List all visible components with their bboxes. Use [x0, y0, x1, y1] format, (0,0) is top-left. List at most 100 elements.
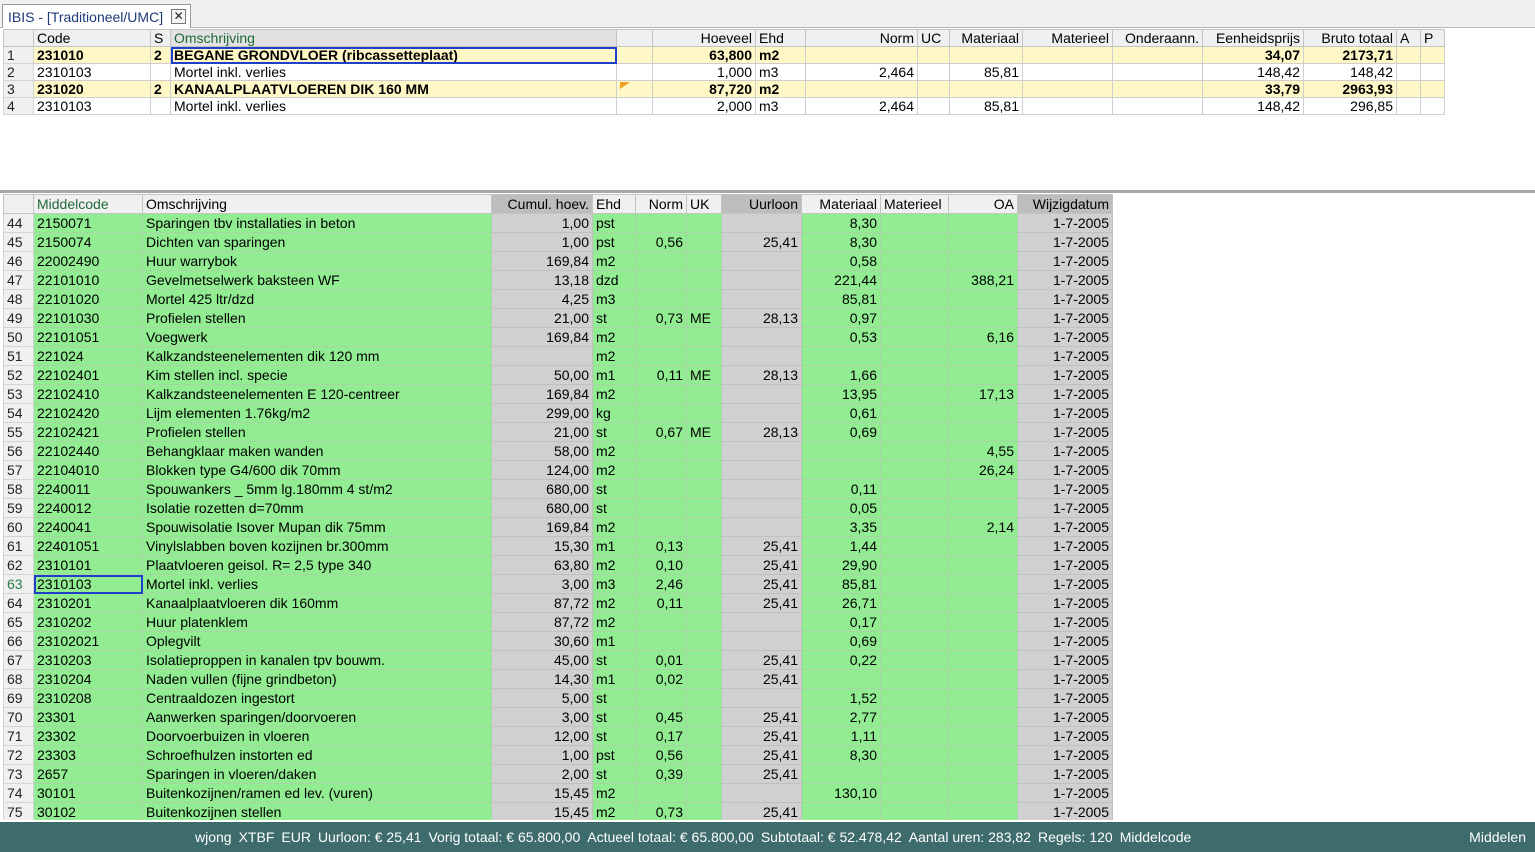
cell-oa[interactable]: 4,55 [948, 441, 1018, 461]
cell-materiaal[interactable] [801, 669, 881, 689]
cell-ehd[interactable]: m3 [592, 289, 636, 309]
cell-materiaal[interactable]: 3,35 [801, 517, 881, 537]
cell-cumul[interactable]: 15,45 [491, 783, 593, 803]
cell-materieel[interactable] [1022, 97, 1113, 115]
cell-materieel[interactable] [880, 308, 949, 328]
cell-uurloon[interactable] [721, 213, 802, 233]
cell-uk[interactable] [686, 574, 722, 594]
cell-uk[interactable] [686, 289, 722, 309]
cell-middelcode[interactable]: 2310202 [33, 612, 143, 632]
cell-cumul[interactable]: 30,60 [491, 631, 593, 651]
cell-norm[interactable]: 0,01 [635, 650, 687, 670]
table-row[interactable]: 69 2310208 Centraaldozen ingestort 5,00 st 1,… [3, 688, 1113, 708]
cell-ehd[interactable]: st [592, 308, 636, 328]
cell-ehd[interactable]: st [592, 479, 636, 499]
cell-norm[interactable] [635, 517, 687, 537]
cell-omschrijving[interactable]: Huur platenklem [142, 612, 492, 632]
cell-oa[interactable] [948, 726, 1018, 746]
cell-omschrijving[interactable]: Centraaldozen ingestort [142, 688, 492, 708]
cell-materieel[interactable] [880, 498, 949, 518]
cell-uk[interactable]: ME [686, 308, 722, 328]
cell-wijzigdatum[interactable]: 1-7-2005 [1017, 707, 1113, 727]
cell-cumul[interactable]: 14,30 [491, 669, 593, 689]
cell-uk[interactable] [686, 213, 722, 233]
cell-ehd[interactable]: kg [592, 403, 636, 423]
column-header-materiaal[interactable]: Materiaal [801, 194, 881, 214]
table-row[interactable]: 44 2150071 Sparingen tbv installaties in b… [3, 213, 1113, 233]
table-row[interactable]: 75 30102 Buitenkozijnen stellen 15,45 m2 0,73… [3, 802, 1113, 820]
cell-wijzigdatum[interactable]: 1-7-2005 [1017, 631, 1113, 651]
cell-uk[interactable] [686, 270, 722, 290]
cell-middelcode[interactable]: 2240012 [33, 498, 143, 518]
cell-omschrijving[interactable]: Mortel inkl. verlies [170, 97, 617, 115]
column-header-wijzigdatum[interactable]: Wijzigdatum [1017, 194, 1113, 214]
cell-s[interactable] [150, 97, 171, 115]
cell-norm[interactable] [635, 346, 687, 366]
column-header-materieel[interactable]: Materieel [880, 194, 949, 214]
cell-materiaal[interactable] [801, 460, 881, 480]
table-row[interactable]: 54 22102420 Lijm elementen 1.76kg/m2 299,00… [3, 403, 1113, 423]
cell-cumul[interactable]: 680,00 [491, 498, 593, 518]
cell-uurloon[interactable]: 25,41 [721, 726, 802, 746]
cell-norm[interactable] [635, 327, 687, 347]
cell-oa[interactable] [948, 650, 1018, 670]
cell-oa[interactable] [948, 764, 1018, 784]
table-row[interactable]: 48 22101020 Mortel 425 ltr/dzd 4,25 m3 85,81 1… [3, 289, 1113, 309]
table-row[interactable]: 57 22104010 Blokken type G4/600 dik 70mm 12… [3, 460, 1113, 480]
cell-materiaal[interactable] [949, 46, 1023, 64]
cell-uurloon[interactable] [721, 346, 802, 366]
cell-oa[interactable] [948, 802, 1018, 820]
cell-materieel[interactable] [880, 574, 949, 594]
cell-materiaal[interactable]: 0,11 [801, 479, 881, 499]
cell-uc[interactable] [917, 46, 950, 64]
table-row[interactable]: 49 22101030 Profielen stellen 21,00 st 0,73 ME… [3, 308, 1113, 328]
cell-oa[interactable] [948, 536, 1018, 556]
cell-oa[interactable] [948, 707, 1018, 727]
cell-omschrijving[interactable]: Blokken type G4/600 dik 70mm [142, 460, 492, 480]
table-row[interactable]: 72 23303 Schroefhulzen instorten ed 1,00 pst… [3, 745, 1113, 765]
cell-cumul[interactable]: 169,84 [491, 251, 593, 271]
cell-cumul[interactable]: 1,00 [491, 745, 593, 765]
cell-cumul[interactable]: 5,00 [491, 688, 593, 708]
cell-uurloon[interactable] [721, 327, 802, 347]
table-row[interactable]: 64 2310201 Kanaalplaatvloeren dik 160mm 87,… [3, 593, 1113, 613]
cell-middelcode[interactable]: 2310204 [33, 669, 143, 689]
cell-uurloon[interactable]: 25,41 [721, 802, 802, 820]
cell-uk[interactable]: ME [686, 422, 722, 442]
column-header-materieel[interactable]: Materieel [1022, 29, 1113, 47]
cell-oa[interactable] [948, 346, 1018, 366]
cell-ehd[interactable]: m1 [592, 669, 636, 689]
cell-wijzigdatum[interactable]: 1-7-2005 [1017, 460, 1113, 480]
cell-uurloon[interactable]: 25,41 [721, 555, 802, 575]
cell-ehd[interactable]: m2 [755, 80, 806, 98]
cell-omschrijving[interactable]: Voegwerk [142, 327, 492, 347]
table-row[interactable]: 56 22102440 Behangklaar maken wanden 58,00 m… [3, 441, 1113, 461]
cell-wijzigdatum[interactable]: 1-7-2005 [1017, 365, 1113, 385]
cell-code[interactable]: 231020 [33, 80, 151, 98]
cell-oa[interactable] [948, 574, 1018, 594]
cell-wijzigdatum[interactable]: 1-7-2005 [1017, 308, 1113, 328]
column-header-norm[interactable]: Norm [805, 29, 918, 47]
cell-wijzigdatum[interactable]: 1-7-2005 [1017, 270, 1113, 290]
cell-s[interactable]: 2 [150, 46, 171, 64]
cell-wijzigdatum[interactable]: 1-7-2005 [1017, 688, 1113, 708]
cell-middelcode[interactable]: 22102410 [33, 384, 143, 404]
cell-materieel[interactable] [880, 251, 949, 271]
cell-norm[interactable]: 0,11 [635, 365, 687, 385]
cell-omschrijving[interactable]: Aanwerken sparingen/doorvoeren [142, 707, 492, 727]
cell-uk[interactable] [686, 726, 722, 746]
cell-uk[interactable] [686, 479, 722, 499]
cell-onderaann[interactable] [1112, 97, 1203, 115]
table-row[interactable]: 47 22101010 Gevelmetselwerk baksteen WF 13,… [3, 270, 1113, 290]
cell-norm[interactable]: 0,39 [635, 764, 687, 784]
cell-materieel[interactable] [880, 403, 949, 423]
cell-ehd[interactable]: st [592, 498, 636, 518]
cell-materiaal[interactable]: 85,81 [801, 574, 881, 594]
cell-omschrijving[interactable]: Dichten van sparingen [142, 232, 492, 252]
cell-cumul[interactable]: 1,00 [491, 232, 593, 252]
cell-norm[interactable] [635, 270, 687, 290]
cell-materieel[interactable] [1022, 63, 1113, 81]
table-row[interactable]: 63 2310103 Mortel inkl. verlies 3,00 m3 2,46 2… [3, 574, 1113, 594]
cell-wijzigdatum[interactable]: 1-7-2005 [1017, 669, 1113, 689]
cell-middelcode[interactable]: 30102 [33, 802, 143, 820]
